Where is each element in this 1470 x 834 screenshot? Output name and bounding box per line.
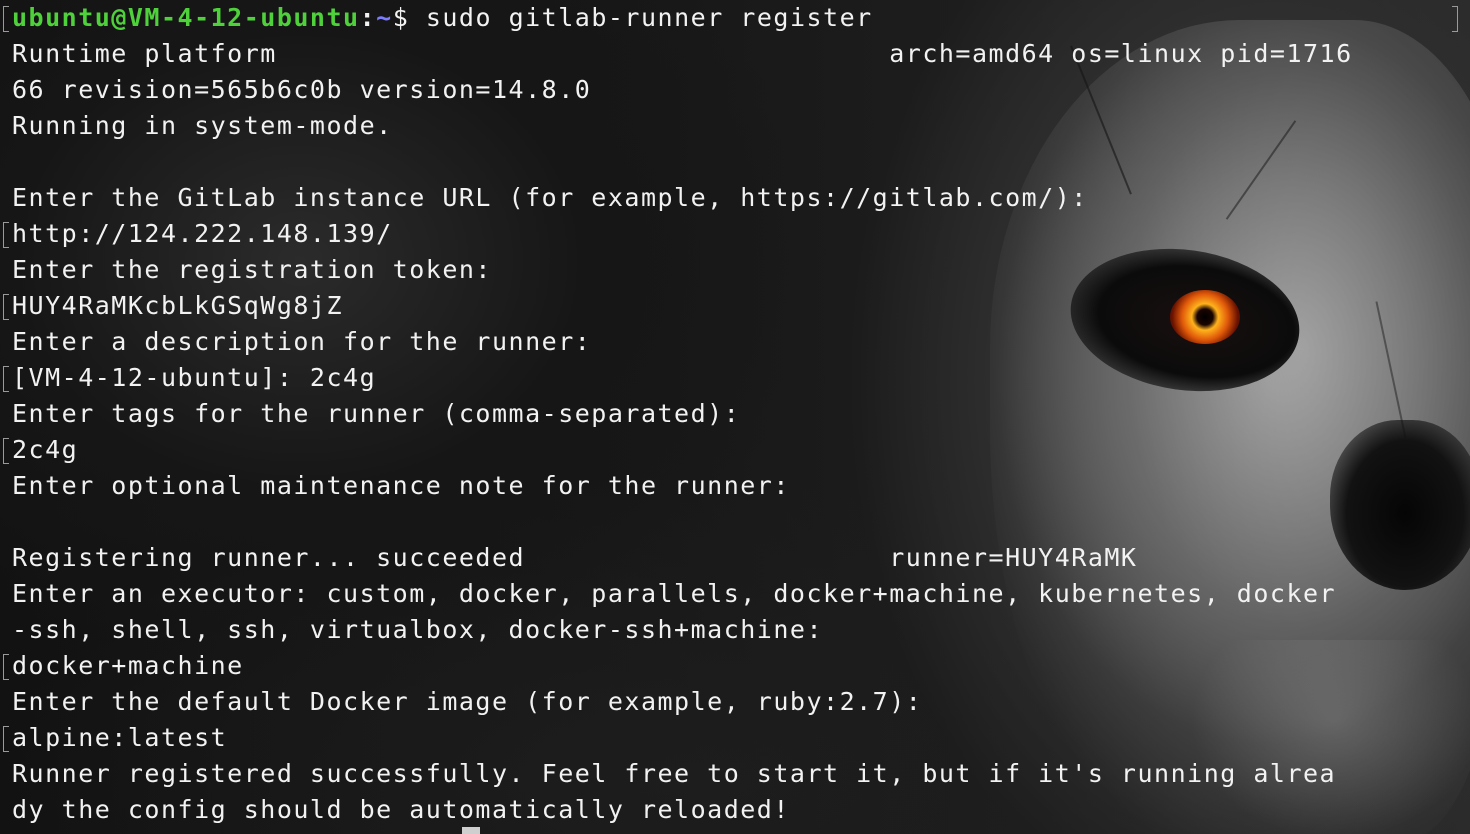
output-line: Enter optional maintenance note for the … — [12, 471, 790, 500]
terminal-output[interactable]: ubuntu@VM-4-12-ubuntu:~$ sudo gitlab-run… — [12, 0, 1353, 828]
input-mark-bracket — [3, 654, 9, 680]
output-line: Enter the registration token: — [12, 255, 492, 284]
text-cursor — [462, 827, 480, 834]
output-line: -ssh, shell, ssh, virtualbox, docker-ssh… — [12, 615, 824, 644]
prompt-command: sudo gitlab-runner register — [409, 3, 873, 32]
input-mark-bracket — [3, 366, 9, 392]
input-mark-bracket — [3, 726, 9, 752]
user-input-line: 2c4g — [12, 435, 79, 464]
prompt-path: ~ — [376, 3, 393, 32]
output-line: Enter the default Docker image (for exam… — [12, 687, 923, 716]
output-line: Enter the GitLab instance URL (for examp… — [12, 183, 1088, 212]
user-input-line: http://124.222.148.139/ — [12, 219, 393, 248]
output-line: Runner registered successfully. Feel fre… — [12, 759, 1337, 788]
prompt-symbol: $ — [392, 3, 410, 32]
input-mark-bracket-right — [1452, 6, 1458, 32]
user-input-line: docker+machine — [12, 651, 244, 680]
output-line: Enter a description for the runner: — [12, 327, 592, 356]
output-line: dy the config should be automatically re… — [12, 795, 790, 824]
prompt-user-host: ubuntu@VM-4-12-ubuntu — [12, 3, 360, 32]
output-line: Running in system-mode. — [12, 111, 393, 140]
prompt-line: ubuntu@VM-4-12-ubuntu:~$ sudo gitlab-run… — [12, 0, 1353, 36]
output-line: Enter tags for the runner (comma-separat… — [12, 399, 741, 428]
terminal-window[interactable]: ubuntu@VM-4-12-ubuntu:~$ sudo gitlab-run… — [0, 0, 1470, 834]
input-mark-bracket — [3, 438, 9, 464]
output-line: Registering runner... succeeded runner=H… — [12, 543, 1138, 572]
user-input-line: alpine:latest — [12, 723, 228, 752]
output-line: 66 revision=565b6c0b version=14.8.0 — [12, 75, 592, 104]
wallpaper-crack — [1375, 301, 1407, 439]
user-input-line: [VM-4-12-ubuntu]: 2c4g — [12, 363, 377, 392]
output-line: Runtime platform arch=amd64 os=linux pid… — [12, 39, 1353, 68]
input-mark-bracket — [3, 294, 9, 320]
input-mark-bracket — [3, 6, 9, 32]
user-input-line: HUY4RaMKcbLkGSqWg8jZ — [12, 291, 344, 320]
prompt-separator: : — [359, 3, 377, 32]
output-line: Enter an executor: custom, docker, paral… — [12, 579, 1337, 608]
input-mark-bracket — [3, 222, 9, 248]
